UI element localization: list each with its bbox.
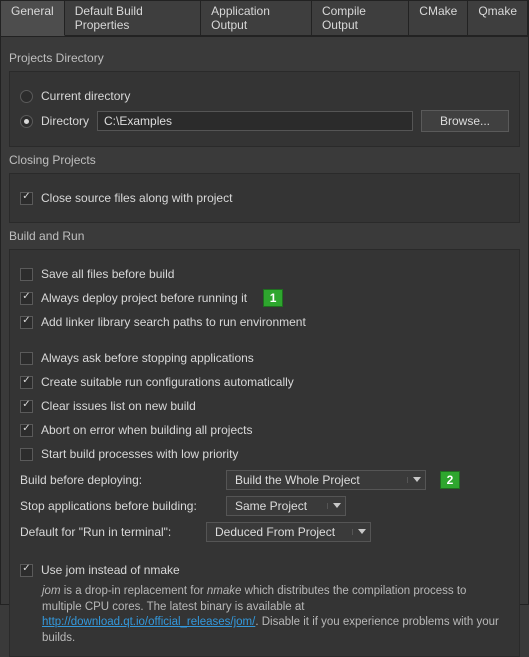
tab-general[interactable]: General [1,1,65,36]
select-stop-before-building[interactable]: Same Project [226,496,346,516]
label-low-priority: Start build processes with low priority [41,447,238,461]
label-run-in-terminal: Default for "Run in terminal": [20,525,200,539]
check-clear-issues[interactable] [20,400,33,413]
radio-directory[interactable] [20,115,33,128]
label-use-jom: Use jom instead of nmake [41,563,180,577]
label-clear-issues: Clear issues list on new build [41,399,196,413]
select-stop-before-building-value: Same Project [235,499,307,513]
label-current-directory: Current directory [41,89,130,103]
chevron-down-icon [327,503,341,509]
directory-input[interactable] [97,111,413,131]
tab-cmake[interactable]: CMake [409,1,468,36]
section-build-and-run: Build and Run [9,229,520,243]
browse-button[interactable]: Browse... [421,110,509,132]
label-always-deploy: Always deploy project before running it [41,291,247,305]
jom-help-text: jom is a drop-in replacement for nmake w… [42,584,509,646]
tab-bar: General Default Build Properties Applica… [1,1,528,37]
label-build-before-deploying: Build before deploying: [20,473,220,487]
check-always-deploy[interactable] [20,292,33,305]
callout-2: 2 [440,471,460,489]
label-close-source-files: Close source files along with project [41,191,232,205]
tab-default-build-properties[interactable]: Default Build Properties [65,1,201,36]
label-add-linker: Add linker library search paths to run e… [41,315,306,329]
callout-1: 1 [263,289,283,307]
select-run-in-terminal-value: Deduced From Project [215,525,335,539]
chevron-down-icon [407,477,421,483]
tab-qmake[interactable]: Qmake [468,1,528,36]
group-closing-projects: Close source files along with project [9,173,520,223]
check-always-ask-stop[interactable] [20,352,33,365]
tab-compile-output[interactable]: Compile Output [312,1,409,36]
tab-application-output[interactable]: Application Output [201,1,312,36]
select-build-before-deploying-value: Build the Whole Project [235,473,360,487]
jom-download-link[interactable]: http://download.qt.io/official_releases/… [42,616,255,628]
select-run-in-terminal[interactable]: Deduced From Project [206,522,371,542]
check-save-all[interactable] [20,268,33,281]
label-directory: Directory [41,114,89,128]
label-always-ask-stop: Always ask before stopping applications [41,351,254,365]
check-use-jom[interactable] [20,564,33,577]
section-closing-projects: Closing Projects [9,153,520,167]
check-add-linker[interactable] [20,316,33,329]
check-low-priority[interactable] [20,448,33,461]
radio-current-directory[interactable] [20,90,33,103]
general-panel: Projects Directory Current directory Dir… [1,37,528,657]
select-build-before-deploying[interactable]: Build the Whole Project [226,470,426,490]
chevron-down-icon [352,529,366,535]
section-projects-directory: Projects Directory [9,51,520,65]
check-create-run-configs[interactable] [20,376,33,389]
label-stop-before-building: Stop applications before building: [20,499,220,513]
label-save-all: Save all files before build [41,267,174,281]
check-close-source-files[interactable] [20,192,33,205]
label-create-run-configs: Create suitable run configurations autom… [41,375,294,389]
check-abort-on-error[interactable] [20,424,33,437]
group-projects-directory: Current directory Directory Browse... [9,71,520,147]
group-build-and-run: Save all files before build Always deplo… [9,249,520,657]
label-abort-on-error: Abort on error when building all project… [41,423,252,437]
